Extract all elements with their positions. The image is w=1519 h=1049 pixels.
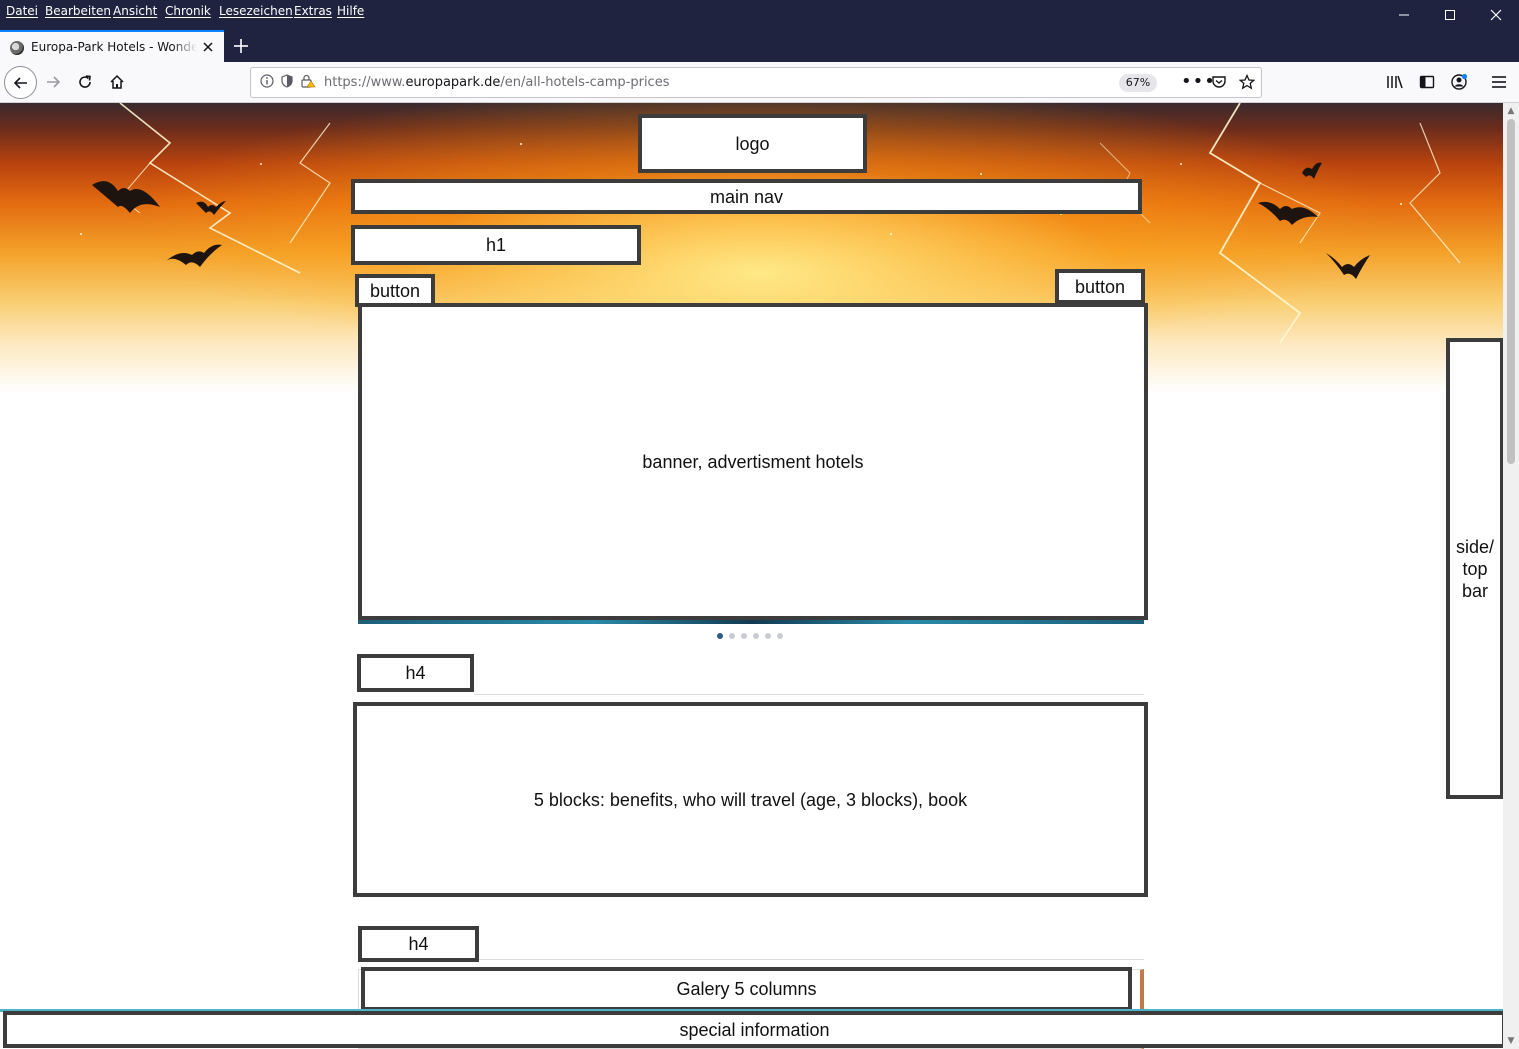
tab-close-button[interactable] — [198, 37, 218, 57]
back-button[interactable] — [4, 66, 37, 99]
carousel-dot[interactable] — [753, 633, 759, 639]
menu-ansicht[interactable]: Ansicht — [113, 4, 157, 18]
menu-lesezeichen[interactable]: Lesezeichen — [219, 4, 293, 18]
special-information-placeholder[interactable]: special information — [3, 1011, 1503, 1048]
shield-icon[interactable] — [280, 74, 294, 92]
carousel-dot[interactable] — [729, 633, 735, 639]
zoom-indicator[interactable]: 67% — [1119, 74, 1157, 92]
close-icon — [203, 42, 213, 52]
insecure-lock-icon[interactable] — [300, 74, 316, 92]
menu-bearbeiten[interactable]: Bearbeiten — [45, 4, 111, 18]
navigation-toolbar: https://www.europapark.de/en/all-hotels-… — [0, 62, 1519, 103]
scroll-up-icon[interactable]: ▲ — [1503, 104, 1519, 118]
section-divider — [474, 694, 1144, 695]
hamburger-menu-icon — [1492, 76, 1506, 88]
tab-europapark-hotels[interactable]: Europa-Park Hotels - Wonderful — [0, 30, 224, 62]
bookmark-star-icon[interactable] — [1238, 73, 1256, 94]
new-tab-button[interactable] — [228, 33, 254, 59]
url-text[interactable]: https://www.europapark.de/en/all-hotels-… — [324, 75, 669, 90]
menu-chronik[interactable]: Chronik — [165, 4, 211, 18]
menu-hilfe[interactable]: Hilfe — [337, 4, 364, 18]
minimize-icon — [1399, 14, 1409, 16]
carousel-dot[interactable] — [741, 633, 747, 639]
menu-datei[interactable]: Datei — [6, 4, 38, 18]
banner-placeholder[interactable]: banner, advertisment hotels — [358, 303, 1148, 620]
gallery-placeholder[interactable]: Galery 5 columns — [361, 967, 1132, 1011]
home-button[interactable] — [102, 67, 132, 97]
plus-icon — [234, 39, 248, 53]
maximize-icon — [1445, 10, 1455, 20]
sidebar-icon — [1419, 75, 1435, 89]
menu-extras[interactable]: Extras — [294, 4, 332, 18]
home-icon — [110, 74, 124, 89]
pocket-icon[interactable] — [1211, 74, 1227, 94]
url-domain: europapark.de — [405, 75, 501, 90]
url-prefix: https://www. — [324, 75, 406, 90]
scrollbar-thumb[interactable] — [1507, 119, 1515, 464]
sidebar-button[interactable] — [1412, 67, 1442, 97]
library-button[interactable] — [1380, 67, 1410, 97]
tab-title: Europa-Park Hotels - Wonderful — [31, 40, 197, 54]
carousel-dot[interactable] — [777, 633, 783, 639]
close-window-button[interactable] — [1473, 0, 1519, 30]
button-right-placeholder[interactable]: button — [1055, 269, 1145, 304]
scroll-down-icon[interactable]: ▼ — [1503, 1034, 1519, 1048]
account-icon — [1451, 73, 1468, 90]
h1-placeholder: h1 — [351, 225, 641, 265]
main-nav-placeholder[interactable]: main nav — [351, 179, 1142, 214]
minimize-button[interactable] — [1381, 0, 1427, 30]
url-bar[interactable]: https://www.europapark.de/en/all-hotels-… — [250, 67, 1262, 98]
h4-second-placeholder: h4 — [358, 926, 479, 962]
blocks-placeholder[interactable]: 5 blocks: benefits, who will travel (age… — [353, 702, 1148, 897]
info-icon[interactable] — [260, 74, 274, 92]
section-divider — [479, 959, 1144, 960]
back-icon — [13, 76, 27, 89]
tab-strip: Europa-Park Hotels - Wonderful — [0, 30, 1519, 62]
sidebar-placeholder[interactable]: side/ top bar — [1446, 338, 1503, 799]
maximize-button[interactable] — [1427, 0, 1473, 30]
close-icon — [1490, 9, 1502, 21]
account-button[interactable] — [1444, 67, 1474, 97]
url-path: /en/all-hotels-camp-prices — [500, 75, 670, 90]
carousel-dot[interactable] — [765, 633, 771, 639]
hamburger-menu-button[interactable] — [1484, 67, 1514, 97]
h4-first-placeholder: h4 — [357, 654, 474, 692]
europapark-favicon-icon — [10, 41, 24, 55]
logo-placeholder[interactable]: logo — [638, 114, 867, 173]
reload-button[interactable] — [70, 67, 100, 97]
page-viewport: logo main nav h1 button button banner, a… — [0, 103, 1503, 1049]
carousel-dots — [717, 633, 783, 641]
forward-icon — [47, 76, 61, 88]
carousel-dot[interactable] — [717, 633, 723, 639]
forward-button[interactable] — [38, 67, 68, 97]
menu-bar: Datei Bearbeiten Ansicht Chronik Lesezei… — [0, 0, 1519, 30]
library-icon — [1387, 75, 1403, 89]
page-scrollbar[interactable]: ▲ ▼ — [1503, 103, 1519, 1049]
reload-icon — [79, 75, 91, 88]
